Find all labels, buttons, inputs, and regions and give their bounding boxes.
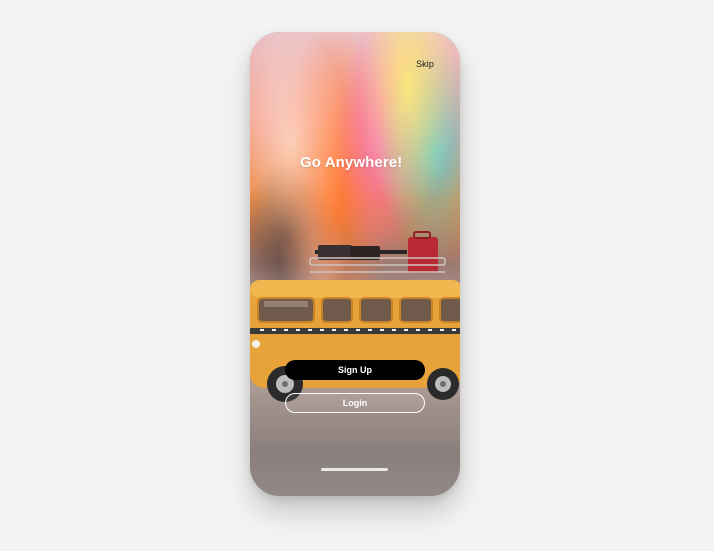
login-button[interactable]: Login <box>285 393 425 413</box>
roof-luggage <box>309 231 446 273</box>
phone-frame: Skip Go Anywhere! Sign Up Login <box>250 32 460 496</box>
page-title: Go Anywhere! <box>300 154 403 171</box>
skip-button[interactable]: Skip <box>416 59 434 69</box>
toy-bus-image <box>250 231 460 402</box>
login-button-label: Login <box>342 398 368 408</box>
home-indicator <box>321 468 388 471</box>
canvas: Skip Go Anywhere! Sign Up Login <box>0 0 714 551</box>
sign-up-button[interactable]: Sign Up <box>285 360 425 380</box>
sign-up-button-label: Sign Up <box>338 365 372 375</box>
